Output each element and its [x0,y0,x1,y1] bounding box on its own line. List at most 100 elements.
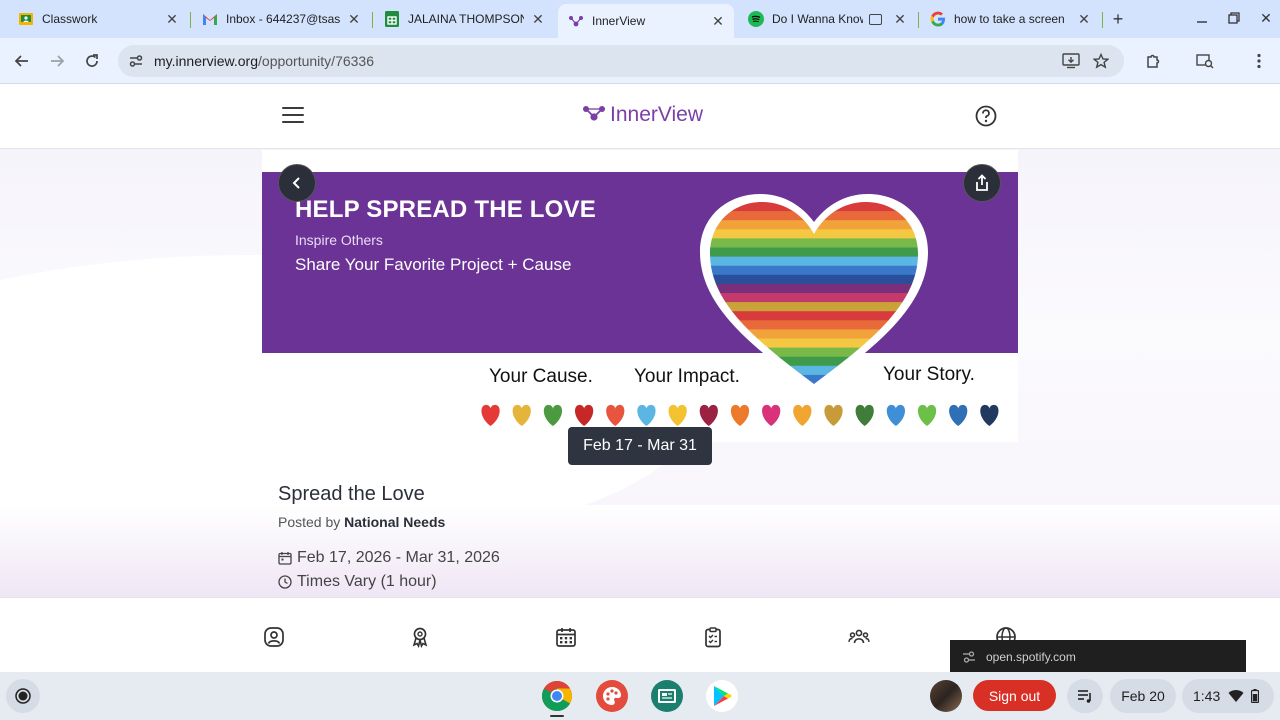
banner-subtitle: Inspire Others [295,232,383,248]
small-heart-icon [730,404,750,426]
small-heart-icon [543,404,563,426]
small-heart-icon [481,404,500,426]
picture-in-picture-icon[interactable] [869,13,882,25]
heart-stripe [710,347,918,358]
community-icon[interactable] [848,626,870,648]
heart-stripe [710,274,918,285]
close-icon[interactable]: ✕ [164,11,180,27]
system-tray[interactable]: 1:43 [1182,679,1274,713]
posted-by: Posted by National Needs [278,514,445,530]
small-heart-icon [824,404,843,426]
browser-toolbar: my.innerview.org/opportunity/76336 [0,38,1280,84]
times-text: Times Vary (1 hour) [297,573,437,590]
tab-label: Do I Wanna Know [772,12,863,26]
avatar[interactable] [930,680,962,712]
banner-tagline: Share Your Favorite Project + Cause [295,255,572,274]
clipboard-icon[interactable] [702,626,724,648]
close-window-icon[interactable]: ✕ [1256,8,1276,28]
chromeos-shelf: Sign out Feb 20 1:43 [0,672,1280,720]
new-tab-button[interactable]: + [1108,9,1128,29]
minimize-icon[interactable] [1192,8,1212,28]
forward-icon[interactable] [46,50,68,72]
banner-your-cause: Your Cause. [489,366,593,387]
opportunity-banner-image: HELP SPREAD THE LOVE Inspire Others Shar… [262,150,1018,442]
date-range-badge: Feb 17 - Mar 31 [568,427,712,465]
heart-stripe [710,338,918,349]
tab-google-search[interactable]: how to take a screen ✕ [920,4,1100,34]
tab-classwork[interactable]: Classwork ✕ [8,4,188,34]
small-heart-icon [886,404,905,426]
innerview-icon [568,13,584,29]
share-button[interactable] [963,164,1001,202]
heart-stripe [710,256,918,267]
small-heart-icon [917,404,937,426]
small-heart-icon [762,404,781,426]
tab-innerview[interactable]: InnerView ✕ [558,4,734,38]
hamburger-menu-icon[interactable] [282,107,304,125]
profile-icon[interactable] [263,626,285,648]
calendar-icon[interactable] [555,626,577,648]
more-menu-icon[interactable] [1248,50,1270,72]
chrome-icon[interactable] [541,680,573,712]
play-store-icon[interactable] [706,680,738,712]
tab-sheet[interactable]: JALAINA THOMPSON ✕ [374,4,554,34]
tab-inbox[interactable]: Inbox - 644237@tsas ✕ [192,4,370,34]
organization-link[interactable]: National Needs [344,514,445,530]
heart-stripe [710,302,918,312]
heart-stripe [710,238,918,248]
brand-logo[interactable]: InnerView [582,103,703,127]
media-queue-button[interactable] [1067,679,1103,713]
tab-label: how to take a screen [954,12,1065,26]
web-page: InnerView HELP SPREAD THE LOVE Inspire O… [0,85,1280,672]
date-range-row: Feb 17, 2026 - Mar 31, 2026 [278,549,500,567]
restore-icon[interactable] [1224,8,1244,28]
colored-hearts-row [481,404,999,426]
clock-time: 1:43 [1193,688,1221,704]
reload-icon[interactable] [81,50,103,72]
banner-your-story: Your Story. [883,364,975,385]
innerview-logo-icon [582,104,606,127]
close-icon[interactable]: ✕ [1076,11,1092,27]
heart-stripe [710,329,918,339]
small-heart-icon [699,404,718,426]
launcher-icon [15,688,31,704]
canvas-icon[interactable] [596,680,628,712]
opportunity-title: Spread the Love [278,483,425,505]
heart-stripe [710,283,918,294]
tab-label: InnerView [592,14,646,28]
wifi-icon [1228,689,1244,703]
close-icon[interactable]: ✕ [710,13,726,29]
close-icon[interactable]: ✕ [892,11,908,27]
address-bar[interactable]: my.innerview.org/opportunity/76336 [118,45,1124,77]
small-heart-icon [575,404,594,426]
help-icon[interactable] [975,105,997,127]
tab-strip: Classwork ✕ Inbox - 644237@tsas ✕ JALAIN… [0,0,1280,38]
tab-label: JALAINA THOMPSON [408,12,524,26]
tab-label: Classwork [42,12,98,26]
extensions-icon[interactable] [1142,50,1164,72]
share-icon [976,174,988,191]
back-icon[interactable] [11,50,33,72]
install-app-icon[interactable] [1060,50,1082,72]
heart-stripe [710,265,918,276]
brand-name: InnerView [610,103,704,126]
sign-out-button[interactable]: Sign out [973,680,1056,711]
small-heart-icon [793,404,812,426]
small-heart-icon [949,404,968,426]
small-heart-icon [980,404,999,426]
site-info-icon[interactable] [126,51,146,71]
reading-list-icon[interactable] [1194,50,1216,72]
chevron-left-icon [292,177,300,189]
media-notification[interactable]: open.spotify.com [950,640,1246,673]
classroom-icon[interactable] [651,680,683,712]
back-button[interactable] [278,164,316,202]
bookmark-star-icon[interactable] [1090,50,1112,72]
close-icon[interactable]: ✕ [530,11,546,27]
date-button[interactable]: Feb 20 [1110,679,1176,713]
close-icon[interactable]: ✕ [346,11,362,27]
launcher-button[interactable] [6,679,40,713]
award-icon[interactable] [409,626,431,648]
tab-spotify[interactable]: Do I Wanna Know ✕ [738,4,916,34]
url-path: /opportunity/76336 [258,53,374,69]
small-heart-icon [668,404,687,426]
